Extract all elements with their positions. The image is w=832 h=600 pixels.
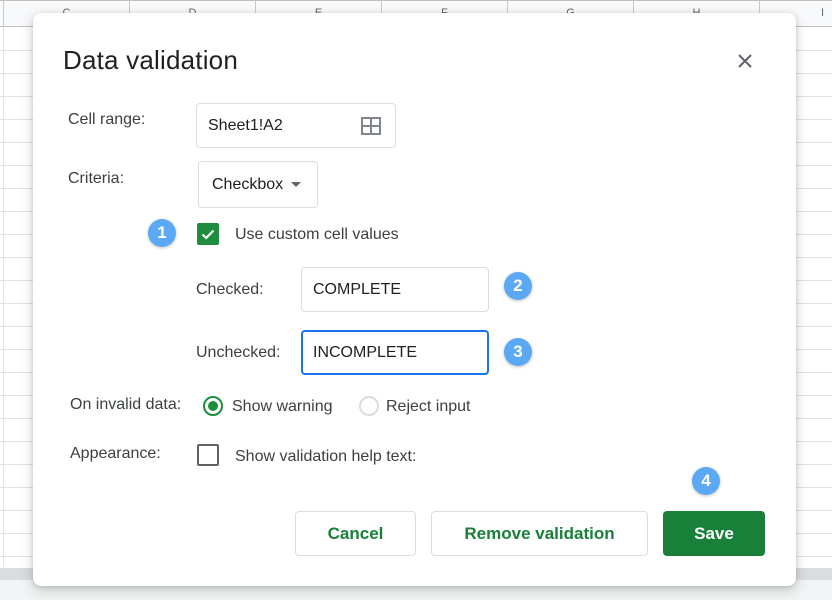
dialog-title: Data validation [63, 45, 238, 75]
save-button[interactable]: Save [663, 511, 765, 556]
invalid-data-label: On invalid data: [70, 396, 182, 413]
checked-value-label: Checked: [196, 281, 264, 298]
checkmark-icon [201, 229, 215, 240]
remove-validation-button[interactable]: Remove validation [431, 511, 648, 556]
criteria-label: Criteria: [68, 170, 125, 187]
use-custom-values-label: Use custom cell values [235, 226, 399, 243]
show-warning-label[interactable]: Show warning [232, 398, 333, 416]
use-custom-values-checkbox[interactable] [197, 223, 219, 245]
appearance-label: Appearance: [70, 445, 161, 462]
grid-select-icon[interactable] [361, 117, 381, 135]
close-icon [738, 54, 752, 68]
grid-line [3, 27, 4, 567]
cell-range-input[interactable]: Sheet1!A2 [196, 103, 396, 148]
show-help-text-checkbox[interactable] [197, 444, 219, 466]
checked-value-input[interactable]: COMPLETE [301, 267, 489, 312]
cell-range-label: Cell range: [68, 111, 146, 128]
show-warning-radio[interactable] [203, 396, 223, 416]
show-help-text-label: Show validation help text: [235, 448, 417, 465]
reject-input-label[interactable]: Reject input [386, 398, 471, 416]
cell-range-value: Sheet1!A2 [208, 116, 283, 134]
unchecked-value-input[interactable]: INCOMPLETE [301, 330, 489, 375]
unchecked-value-text: INCOMPLETE [313, 343, 418, 361]
criteria-select[interactable]: Checkbox [198, 161, 318, 208]
step-badge-3: 3 [504, 338, 532, 366]
data-validation-dialog: Data validation Cell range: Sheet1!A2 Cr… [33, 13, 796, 586]
close-button[interactable] [733, 49, 757, 73]
chevron-down-icon [291, 182, 302, 187]
cancel-button[interactable]: Cancel [295, 511, 416, 556]
unchecked-value-label: Unchecked: [196, 344, 281, 361]
step-badge-1: 1 [148, 219, 176, 247]
step-badge-2: 2 [504, 272, 532, 300]
reject-input-radio[interactable] [359, 396, 379, 416]
step-badge-4: 4 [692, 467, 720, 495]
checked-value-text: COMPLETE [313, 280, 402, 298]
criteria-selected-value: Checkbox [212, 175, 284, 193]
